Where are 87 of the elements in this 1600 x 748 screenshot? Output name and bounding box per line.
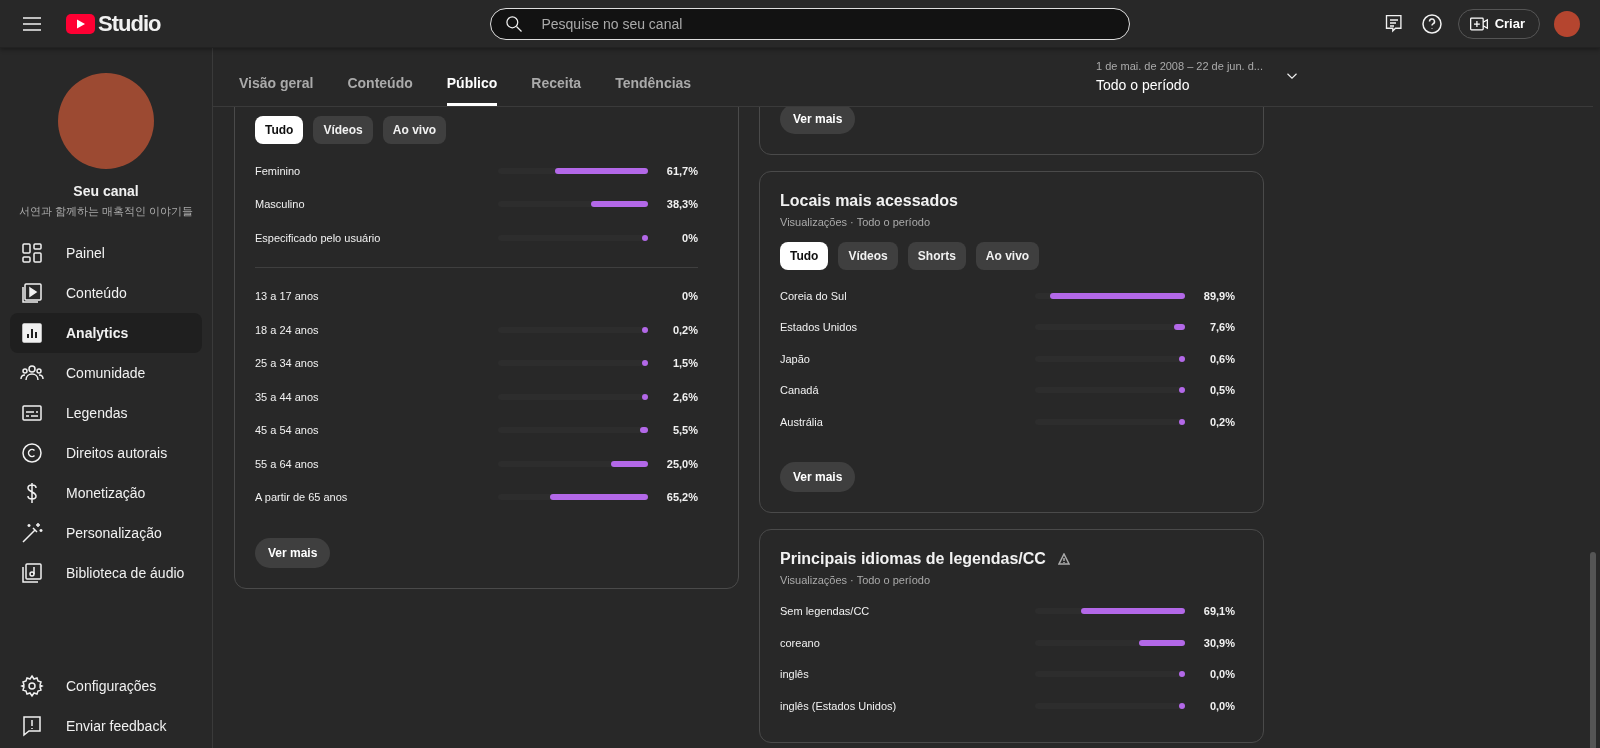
row-label: 55 a 64 anos — [255, 457, 320, 470]
audio-icon — [20, 561, 44, 585]
row-value: 0,0% — [1208, 668, 1235, 681]
see-more-button[interactable]: Ver mais — [780, 461, 856, 492]
date-range: 1 de mai. de 2008 – 22 de jun. d... — [1096, 59, 1263, 72]
row-value: 69,1% — [1202, 605, 1235, 618]
row-label: Coreia do Sul — [780, 289, 848, 302]
sidebar-item[interactable]: Analytics — [10, 313, 202, 353]
filter-chip[interactable]: Ao vivo — [975, 242, 1040, 270]
row-value: 0,6% — [1208, 352, 1235, 365]
row-value: 5,5% — [671, 424, 698, 437]
channel-subtitle: 서연과 함께하는 매혹적인 이야기들 — [17, 204, 195, 219]
content-icon — [20, 281, 44, 305]
tab[interactable]: Receita — [531, 75, 582, 106]
row-label: Canadá — [780, 384, 820, 397]
row-label: 25 a 34 anos — [255, 357, 320, 370]
row-value: 25,0% — [665, 457, 698, 470]
row-label: A partir de 65 anos — [255, 491, 349, 504]
row-label: Sem legendas/CC — [780, 605, 871, 618]
row-label: inglês — [780, 668, 810, 681]
play-logo-icon — [66, 13, 95, 34]
filter-chip[interactable]: Tudo — [780, 242, 829, 270]
sidebar-item[interactable]: Comunidade — [10, 353, 202, 393]
period-label[interactable]: Todo o período — [1096, 76, 1263, 93]
card-title: Principais idiomas de legendas/CC — [780, 549, 1046, 568]
sidebar-item[interactable]: Monetização — [10, 473, 202, 513]
copyright-icon — [20, 441, 44, 465]
sidebar-item[interactable]: Legendas — [10, 393, 202, 433]
card-subtitle: Visualizações · Todo o período — [780, 573, 932, 586]
row-label: inglês (Estados Unidos) — [780, 699, 898, 712]
row-label: Feminino — [255, 164, 302, 177]
sidebar-item[interactable]: Painel — [10, 233, 202, 273]
tab[interactable]: Visão geral — [239, 75, 314, 106]
tab[interactable]: Conteúdo — [347, 75, 413, 106]
sidebar-item[interactable]: Personalização — [10, 513, 202, 553]
see-more-button[interactable]: Ver mais — [255, 538, 331, 568]
dashboard-icon — [20, 241, 44, 265]
row-label: 35 a 44 anos — [255, 390, 320, 403]
feedback-icon — [20, 714, 44, 738]
filter-chip[interactable]: Ao vivo — [382, 116, 447, 144]
sidebar-item[interactable]: Biblioteca de áudio — [10, 553, 202, 593]
avatar-placeholder[interactable] — [1554, 10, 1580, 37]
row-label: Especificado pelo usuário — [255, 231, 382, 244]
filter-chip[interactable]: Shorts — [907, 242, 966, 270]
channel-title: Seu canal — [72, 183, 140, 199]
sidebar-item[interactable]: Configurações — [10, 666, 202, 706]
help-icon[interactable] — [1419, 11, 1444, 36]
row-value: 61,7% — [665, 164, 698, 177]
sidebar-item[interactable]: Conteúdo — [10, 273, 202, 313]
row-value: 38,3% — [665, 198, 698, 211]
row-value: 30,9% — [1202, 636, 1235, 649]
scrollbar-thumb[interactable] — [1590, 552, 1596, 748]
row-value: 65,2% — [665, 491, 698, 504]
card-subtitle: Visualizações · Todo o período — [780, 216, 932, 228]
filter-chip[interactable]: Tudo — [255, 116, 304, 144]
tab[interactable]: Público — [446, 75, 498, 106]
filter-chip[interactable]: Vídeos — [838, 242, 898, 270]
wand-icon — [20, 521, 44, 545]
row-value: 0,2% — [671, 323, 698, 336]
row-value: 0% — [681, 231, 698, 244]
row-label: 18 a 24 anos — [255, 323, 320, 336]
row-value: 89,9% — [1202, 289, 1235, 302]
card-title: Locais mais acessados — [780, 192, 958, 210]
row-value: 0,0% — [1208, 699, 1235, 712]
row-value: 0% — [681, 290, 698, 303]
row-label: 45 a 54 anos — [255, 424, 320, 437]
sidebar-item[interactable]: Enviar feedback — [10, 706, 202, 746]
row-value: 7,6% — [1208, 321, 1235, 334]
row-label: 13 a 17 anos — [255, 290, 320, 303]
sidebar-item[interactable]: Direitos autorais — [10, 433, 202, 473]
row-value: 0,2% — [1208, 415, 1235, 428]
row-label: Estados Unidos — [780, 321, 859, 334]
row-label: Masculino — [255, 198, 306, 211]
search-field[interactable]: Pesquise no seu canal — [490, 7, 1131, 40]
row-label: coreano — [780, 636, 821, 649]
analytics-icon — [20, 321, 44, 345]
warning-icon[interactable] — [1057, 552, 1070, 565]
row-label: Japão — [780, 352, 811, 365]
row-value: 1,5% — [671, 357, 698, 370]
logo-text: Studio — [98, 10, 161, 37]
see-more-button[interactable]: Ver mais — [780, 107, 856, 134]
settings-icon — [20, 674, 44, 698]
filter-chip[interactable]: Vídeos — [313, 116, 373, 144]
row-value: 0,5% — [1208, 384, 1235, 397]
row-label: Austrália — [780, 415, 824, 428]
row-value: 2,6% — [671, 390, 698, 403]
tab[interactable]: Tendências — [615, 75, 692, 106]
